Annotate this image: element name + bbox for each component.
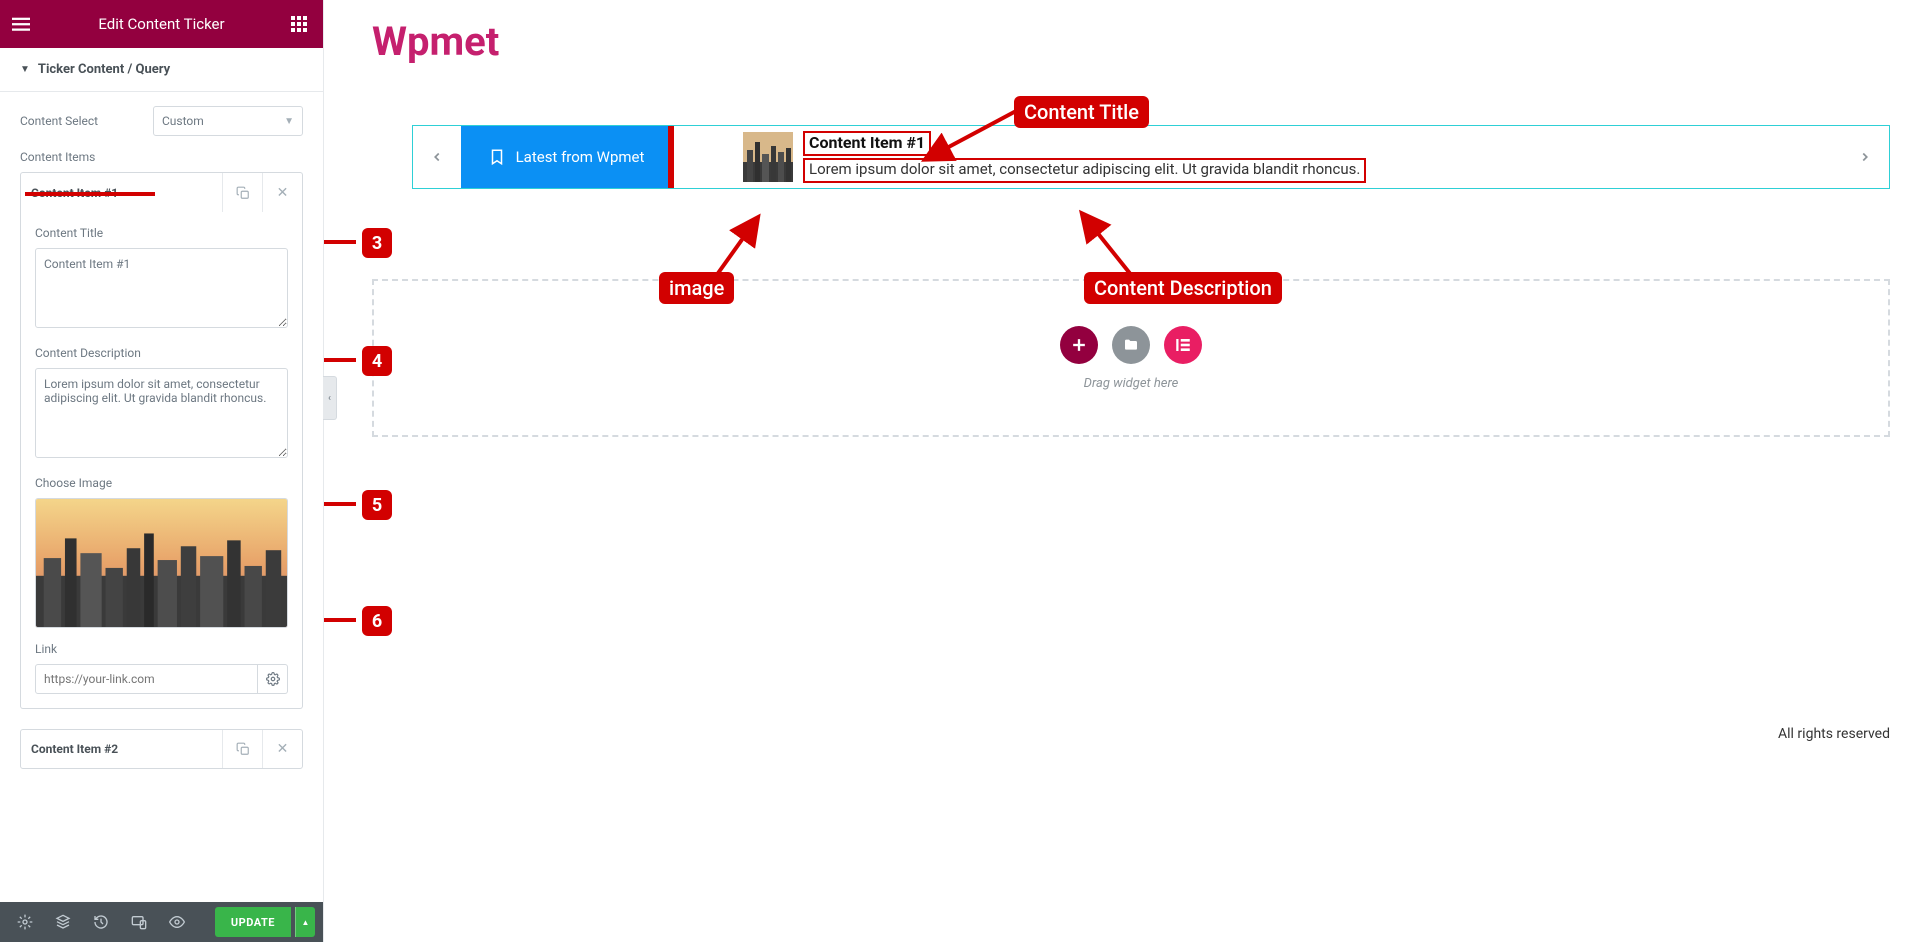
- footer-text: All rights reserved: [1778, 726, 1890, 742]
- close-icon[interactable]: ✕: [262, 730, 302, 768]
- repeater: Content Item #1 ✕ Content Title Content …: [20, 172, 303, 769]
- apps-icon[interactable]: [291, 16, 311, 32]
- rep-item-body: Content Title Content Description Choose…: [20, 212, 303, 709]
- annotation-content-description: Content Description: [1084, 272, 1282, 304]
- editor-panel: Edit Content Ticker ▼ Ticker Content / Q…: [0, 0, 324, 942]
- preview-canvas: Wpmet Latest from Wpmet Content Item #: [324, 0, 1920, 942]
- annotation-image: image: [659, 272, 734, 304]
- update-more-button[interactable]: ▲: [295, 907, 315, 937]
- duplicate-icon[interactable]: [222, 730, 262, 768]
- hamburger-icon[interactable]: [12, 15, 32, 33]
- navigator-icon[interactable]: [46, 908, 80, 936]
- duplicate-icon[interactable]: [222, 173, 262, 212]
- panel-title: Edit Content Ticker: [98, 15, 224, 33]
- update-button[interactable]: UPDATE: [215, 907, 291, 937]
- section-header[interactable]: ▼ Ticker Content / Query: [0, 48, 323, 92]
- annotation-arrow: [324, 0, 1920, 480]
- responsive-icon[interactable]: [122, 908, 156, 936]
- panel-footer: UPDATE ▲: [0, 902, 323, 942]
- preview-icon[interactable]: [160, 908, 194, 936]
- content-select-label: Content Select: [20, 114, 98, 128]
- rep-item-header[interactable]: Content Item #2 ✕: [20, 729, 303, 769]
- image-picker[interactable]: [35, 498, 288, 628]
- close-icon[interactable]: ✕: [262, 173, 302, 212]
- annotation-step-4: 4: [362, 346, 392, 376]
- section-title: Ticker Content / Query: [38, 62, 170, 77]
- link-input[interactable]: [35, 664, 258, 694]
- content-description-input[interactable]: [35, 368, 288, 458]
- content-select-dropdown[interactable]: Custom ▼: [153, 106, 303, 136]
- settings-icon[interactable]: [8, 908, 42, 936]
- link-label: Link: [35, 642, 288, 656]
- history-icon[interactable]: [84, 908, 118, 936]
- rep-item-title[interactable]: Content Item #1: [21, 186, 222, 200]
- content-select-value: Custom: [162, 114, 204, 128]
- gear-icon[interactable]: [258, 664, 288, 694]
- chevron-down-icon: ▼: [284, 116, 294, 127]
- choose-image-label: Choose Image: [35, 476, 288, 490]
- annotation-content-title: Content Title: [1014, 96, 1149, 128]
- rep-item-title[interactable]: Content Item #2: [21, 742, 222, 756]
- annotation-step-6: 6: [362, 606, 392, 636]
- content-title-input[interactable]: [35, 248, 288, 328]
- annotation-step-3: 3: [362, 228, 392, 258]
- content-items-label: Content Items: [20, 150, 303, 164]
- panel-header: Edit Content Ticker: [0, 0, 323, 48]
- panel-body: Content Select Custom ▼ Content Items Co…: [0, 92, 323, 902]
- annotation-step-5: 5: [362, 490, 392, 520]
- content-description-label: Content Description: [35, 346, 288, 360]
- rep-item-header[interactable]: Content Item #1 ✕: [20, 172, 303, 212]
- content-title-label: Content Title: [35, 226, 288, 240]
- caret-down-icon: ▼: [20, 64, 30, 75]
